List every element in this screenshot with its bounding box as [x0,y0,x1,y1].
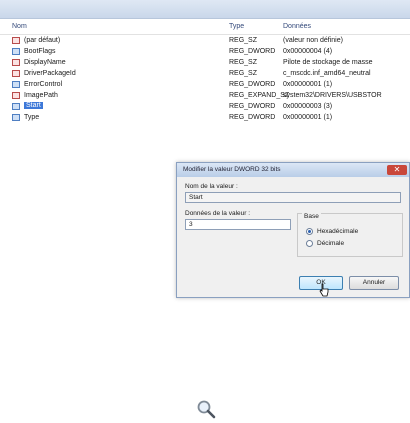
value-data: Pilote de stockage de masse [283,59,373,66]
string-value-icon [12,70,20,77]
list-row[interactable]: DriverPackageId REG_SZ c_mscdc.inf_amd64… [0,68,410,79]
list-row[interactable]: (par défaut) REG_SZ (valeur non définie) [0,35,410,46]
radio-hexadecimal-label[interactable]: Hexadécimale [317,228,358,235]
list-header: Nom Type Données [0,21,410,35]
close-button[interactable]: ✕ [387,165,407,175]
value-name-text: Start [189,194,203,201]
value-data-text: 3 [189,221,193,228]
column-header-type[interactable]: Type [229,23,244,30]
binary-value-icon [12,48,20,55]
value-data: c_mscdc.inf_amd64_neutral [283,70,371,77]
value-type: REG_EXPAND_SZ [229,92,290,99]
radio-hexadecimal[interactable] [306,228,313,235]
binary-value-icon [12,103,20,110]
binary-value-icon [12,81,20,88]
value-name: ErrorControl [24,81,63,88]
value-name-label: Nom de la valeur : [185,183,238,190]
value-type: REG_DWORD [229,48,276,55]
value-data: 0x00000004 (4) [283,48,333,55]
registry-values-list: Nom Type Données (par défaut) REG_SZ (va… [0,21,410,161]
string-value-icon [12,59,20,66]
edit-dword-dialog: Modifier la valeur DWORD 32 bits ✕ Nom d… [176,162,410,298]
string-value-icon [12,37,20,44]
value-name: ImagePath [24,92,58,99]
column-header-data[interactable]: Données [283,23,311,30]
hand-cursor-icon [319,283,329,297]
value-type: REG_SZ [229,37,258,44]
list-row[interactable]: Type REG_DWORD 0x00000001 (1) [0,112,410,123]
binary-value-icon [12,114,20,121]
value-name: DriverPackageId [24,70,76,77]
value-name: (par défaut) [24,37,61,44]
value-name: Type [24,114,40,121]
value-name: Start [24,102,43,109]
value-data-input[interactable]: 3 [185,219,291,230]
value-name: DisplayName [24,59,66,66]
value-type: REG_DWORD [229,81,276,88]
value-name-field: Start [185,192,401,203]
dialog-title-bar[interactable]: Modifier la valeur DWORD 32 bits ✕ [177,163,409,177]
value-data: 0x00000001 (1) [283,114,333,121]
value-data: system32\DRIVERS\USBSTOR [283,92,382,99]
list-row[interactable]: ErrorControl REG_DWORD 0x00000001 (1) [0,79,410,90]
list-row[interactable]: ImagePath REG_EXPAND_SZ system32\DRIVERS… [0,90,410,101]
value-data: (valeur non définie) [283,37,343,44]
value-type: REG_SZ [229,70,258,77]
base-group: Base Hexadécimale Décimale [297,213,403,257]
column-header-name[interactable]: Nom [12,23,27,30]
toolbar-strip [0,0,410,19]
dialog-title: Modifier la valeur DWORD 32 bits [183,166,281,173]
value-data: 0x00000001 (1) [283,81,333,88]
value-data: 0x00000003 (3) [283,103,333,110]
value-type: REG_DWORD [229,103,276,110]
cancel-button[interactable]: Annuler [349,276,399,290]
value-name: BootFlags [24,48,56,55]
string-value-icon [12,92,20,99]
list-row-selected[interactable]: Start REG_DWORD 0x00000003 (3) [0,101,410,112]
value-type: REG_DWORD [229,114,276,121]
list-row[interactable]: DisplayName REG_SZ Pilote de stockage de… [0,57,410,68]
value-type: REG_SZ [229,59,258,66]
radio-decimal-label[interactable]: Décimale [317,240,344,247]
radio-decimal[interactable] [306,240,313,247]
value-data-label: Données de la valeur : [185,210,251,217]
list-row[interactable]: BootFlags REG_DWORD 0x00000004 (4) [0,46,410,57]
base-label: Base [302,213,321,220]
magnifier-icon[interactable] [196,399,216,419]
